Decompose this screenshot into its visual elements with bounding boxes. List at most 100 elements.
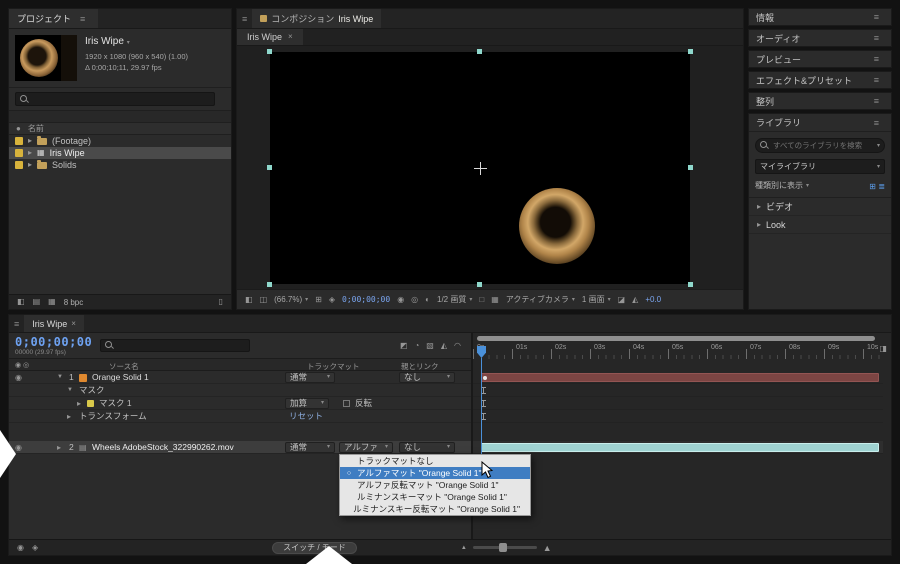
panel-menu-icon[interactable]: ≡ bbox=[869, 12, 884, 22]
panel-effects-presets[interactable]: エフェクト&プリセット ≡ bbox=[748, 71, 892, 89]
twirl-right-icon[interactable]: ▸ bbox=[28, 149, 32, 157]
project-search-field[interactable] bbox=[15, 92, 215, 106]
graph-editor-icon[interactable]: ◠ bbox=[454, 342, 461, 350]
selection-handle[interactable] bbox=[688, 165, 693, 170]
comp-viewer-tab[interactable]: Iris Wipe × bbox=[237, 29, 303, 45]
eye-icon[interactable]: ◉ bbox=[15, 374, 22, 382]
close-icon[interactable]: × bbox=[288, 33, 293, 41]
new-folder-icon[interactable]: ▤ bbox=[33, 298, 41, 306]
libraries-header[interactable]: ライブラリ ≡ bbox=[749, 114, 891, 132]
label-column-icon[interactable]: ● bbox=[16, 125, 21, 133]
eye-icon[interactable]: ◉ bbox=[15, 444, 22, 452]
resolution-dropdown[interactable]: 1/2 画質 ▾ bbox=[437, 294, 472, 305]
label-color-chip[interactable] bbox=[15, 137, 23, 145]
in-out-columns-toggle-icon[interactable]: ◉ bbox=[17, 544, 24, 552]
menu-item-no-track-matte[interactable]: トラックマットなし bbox=[340, 455, 530, 467]
panel-menu-icon[interactable]: ≡ bbox=[9, 315, 24, 332]
tab-composition[interactable]: コンポジション Iris Wipe bbox=[252, 9, 381, 28]
list-view-icon[interactable]: ≣ bbox=[878, 182, 885, 191]
layer-name[interactable]: Wheels AdobeStock_322990262.mov bbox=[92, 441, 234, 453]
zoom-slider-knob[interactable] bbox=[499, 543, 507, 552]
render-time-toggle-icon[interactable]: ◈ bbox=[32, 544, 38, 552]
exposure-value[interactable]: +0.0 bbox=[645, 295, 661, 304]
active-camera-dropdown[interactable]: アクティブカメラ ▾ bbox=[506, 294, 575, 305]
panel-audio[interactable]: オーディオ ≡ bbox=[748, 29, 892, 47]
selection-handle[interactable] bbox=[688, 282, 693, 287]
grid-guides-icon[interactable]: ⊞ bbox=[315, 296, 322, 304]
magnification-dropdown[interactable]: (66.7%) ▾ bbox=[274, 295, 308, 304]
selected-comp-name[interactable]: Iris Wipe ▾ bbox=[85, 36, 188, 47]
libraries-search-input[interactable] bbox=[773, 141, 873, 150]
invert-checkbox[interactable] bbox=[343, 400, 350, 407]
twirl-down-icon[interactable]: ▼ bbox=[57, 374, 63, 380]
timeline-current-time[interactable]: 0;00;00;00 bbox=[15, 335, 92, 349]
transform-reset-link[interactable]: リセット bbox=[289, 410, 323, 422]
twirl-right-icon[interactable]: ▸ bbox=[757, 221, 761, 229]
view-by-dropdown[interactable]: 種類別に表示 ▾ bbox=[755, 180, 809, 191]
panel-menu-icon[interactable]: ≡ bbox=[869, 118, 884, 128]
motion-blur-icon[interactable]: ◭ bbox=[441, 342, 447, 350]
layer2-blend-mode-dropdown[interactable]: 通常 ▾ bbox=[285, 442, 335, 453]
footage-thumbnail[interactable] bbox=[15, 35, 77, 81]
fast-previews-icon[interactable]: ◭ bbox=[632, 296, 638, 304]
solid-color-chip[interactable] bbox=[79, 374, 87, 382]
twirl-right-icon[interactable]: ▸ bbox=[28, 137, 32, 145]
selection-handle[interactable] bbox=[267, 282, 272, 287]
time-navigator-bar[interactable] bbox=[477, 336, 875, 341]
selection-handle[interactable] bbox=[477, 282, 482, 287]
panel-menu-icon[interactable]: ≡ bbox=[869, 75, 884, 85]
layer-in-point-handle[interactable] bbox=[483, 376, 487, 380]
comp-canvas[interactable] bbox=[270, 52, 690, 284]
show-snapshot-icon[interactable]: ◎ bbox=[411, 296, 418, 304]
name-column-header[interactable]: 名前 bbox=[28, 123, 44, 134]
new-composition-icon[interactable]: ▦ bbox=[48, 298, 56, 306]
pixel-aspect-icon[interactable]: ◪ bbox=[618, 296, 626, 304]
project-item-solids[interactable]: ▸ Solids bbox=[9, 159, 231, 171]
panel-info[interactable]: 情報 ≡ bbox=[748, 8, 892, 26]
mask-path-visibility-icon[interactable]: ◈ bbox=[329, 296, 335, 304]
comp-marker-bin-icon[interactable]: ◨ bbox=[879, 345, 887, 353]
menu-item-alpha-inverted-matte[interactable]: アルファ反転マット "Orange Solid 1" bbox=[340, 479, 530, 491]
twirl-right-icon[interactable]: ▸ bbox=[57, 444, 61, 452]
interpret-footage-icon[interactable]: ◧ bbox=[17, 298, 25, 306]
layer2-duration-bar[interactable] bbox=[481, 443, 879, 452]
mask-name[interactable]: マスク 1 bbox=[99, 397, 132, 409]
panel-preview[interactable]: プレビュー ≡ bbox=[748, 50, 892, 68]
tab-project[interactable]: プロジェクト ≡ bbox=[9, 9, 98, 28]
mask-mode-dropdown[interactable]: 加算 ▾ bbox=[285, 398, 329, 409]
project-bit-depth[interactable]: 8 bpc bbox=[64, 298, 84, 307]
mask-color-chip[interactable] bbox=[87, 400, 94, 407]
time-ruler[interactable]: 0s 01s 02s 03s 04s 05s 06s 07s 08s 09s 1… bbox=[473, 343, 883, 359]
show-channels-icon[interactable]: ◐ bbox=[425, 296, 430, 304]
selection-handle[interactable] bbox=[267, 49, 272, 54]
snap-icon[interactable]: ◧ bbox=[245, 296, 253, 304]
menu-item-luma-matte[interactable]: ルミナンスキーマット "Orange Solid 1" bbox=[340, 491, 530, 503]
mask-group-row[interactable]: ▼ マスク bbox=[9, 384, 471, 397]
panel-align[interactable]: 整列 ≡ bbox=[748, 92, 892, 110]
selection-handle[interactable] bbox=[688, 49, 693, 54]
timeline-zoom-slider[interactable] bbox=[473, 546, 537, 549]
twirl-right-icon[interactable]: ▸ bbox=[757, 203, 761, 211]
transform-row[interactable]: ▸ トランスフォーム リセット bbox=[9, 410, 471, 423]
timeline-search-field[interactable] bbox=[100, 339, 250, 352]
close-icon[interactable]: × bbox=[71, 320, 76, 328]
library-select-dropdown[interactable]: マイライブラリ ▾ bbox=[755, 159, 885, 174]
twirl-right-icon[interactable]: ▸ bbox=[28, 161, 32, 169]
mask-1-row[interactable]: ▸ マスク 1 加算 ▾ 反転 bbox=[9, 397, 471, 410]
layer-row-1[interactable]: ◉ ▼ 1 Orange Solid 1 通常 ▾ なし ▾ bbox=[9, 371, 471, 384]
frame-blend-icon[interactable]: ▧ bbox=[426, 342, 434, 350]
chevron-down-icon[interactable]: ▾ bbox=[877, 142, 880, 149]
transparency-grid-icon[interactable]: ▦ bbox=[491, 296, 499, 304]
twirl-down-icon[interactable]: ▼ bbox=[67, 387, 73, 393]
comp-viewport[interactable] bbox=[237, 46, 743, 289]
library-category-video[interactable]: ▸ ビデオ bbox=[749, 198, 891, 216]
comp-mini-flow-icon[interactable]: ◩ bbox=[400, 342, 408, 350]
panel-menu-icon[interactable]: ≡ bbox=[75, 14, 90, 24]
twirl-right-icon[interactable]: ▸ bbox=[67, 413, 71, 421]
libraries-search-field[interactable]: ▾ bbox=[755, 138, 885, 153]
selection-handle[interactable] bbox=[477, 49, 482, 54]
layer1-duration-bar[interactable] bbox=[481, 373, 879, 382]
delete-trash-icon[interactable]: ▯ bbox=[219, 298, 223, 306]
view-layout-dropdown[interactable]: 1 画面 ▾ bbox=[582, 294, 611, 305]
selection-handle[interactable] bbox=[267, 165, 272, 170]
